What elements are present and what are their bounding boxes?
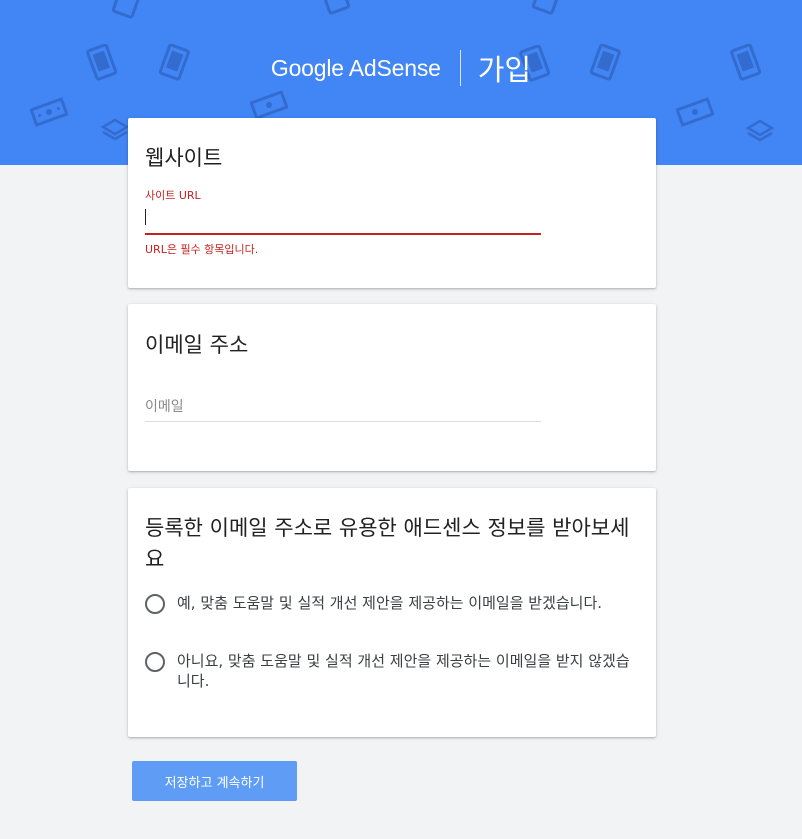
newsletter-option-no[interactable]: 아니요, 맞춤 도움말 및 실적 개선 제안을 제공하는 이메일을 받지 않겠습… bbox=[145, 651, 645, 691]
email-input[interactable] bbox=[145, 399, 541, 415]
newsletter-option-yes[interactable]: 예, 맞춤 도움말 및 실적 개선 제안을 제공하는 이메일을 받겠습니다. bbox=[145, 593, 645, 614]
newsletter-option-yes-label: 예, 맞춤 도움말 및 실적 개선 제안을 제공하는 이메일을 받겠습니다. bbox=[177, 594, 603, 612]
site-url-label: 사이트 URL bbox=[145, 189, 201, 202]
pattern-money-icon bbox=[676, 97, 714, 127]
pattern-layers-icon bbox=[745, 119, 775, 142]
site-url-field[interactable] bbox=[145, 206, 541, 235]
site-url-error-message: URL은 필수 항목입니다. bbox=[145, 243, 259, 256]
brand-header: Google AdSense 가입 bbox=[0, 48, 802, 88]
pattern-tablet-icon bbox=[531, 0, 563, 15]
website-section-title: 웹사이트 bbox=[145, 146, 223, 170]
radio-button-yes[interactable] bbox=[145, 594, 165, 614]
site-url-input[interactable] bbox=[145, 209, 541, 225]
email-underline bbox=[145, 421, 541, 422]
pattern-money-icon bbox=[30, 97, 68, 127]
newsletter-card: 등록한 이메일 주소로 유용한 애드센스 정보를 받아보세요 예, 맞춤 도움말… bbox=[128, 488, 656, 737]
pattern-layers-icon bbox=[100, 118, 130, 141]
save-and-continue-button[interactable]: 저장하고 계속하기 bbox=[132, 761, 297, 801]
newsletter-section-title: 등록한 이메일 주소로 유용한 애드센스 정보를 받아보세요 bbox=[145, 516, 630, 571]
email-section-title: 이메일 주소 bbox=[145, 333, 249, 357]
radio-button-no[interactable] bbox=[145, 652, 165, 672]
email-card: 이메일 주소 bbox=[128, 304, 656, 471]
site-url-error-underline bbox=[145, 233, 541, 235]
pattern-tablet-icon bbox=[111, 0, 143, 19]
google-adsense-logo: Google AdSense bbox=[270, 54, 441, 81]
website-card: 웹사이트 사이트 URL URL은 필수 항목입니다. bbox=[128, 118, 656, 288]
brand-divider bbox=[459, 50, 461, 86]
pattern-tablet-icon bbox=[319, 0, 351, 15]
page-title: 가입 bbox=[477, 53, 532, 87]
text-caret bbox=[145, 209, 146, 225]
email-field[interactable] bbox=[145, 396, 541, 422]
newsletter-option-no-label: 아니요, 맞춤 도움말 및 실적 개선 제안을 제공하는 이메일을 받지 않겠습… bbox=[177, 652, 630, 690]
pattern-money-icon bbox=[250, 90, 288, 120]
